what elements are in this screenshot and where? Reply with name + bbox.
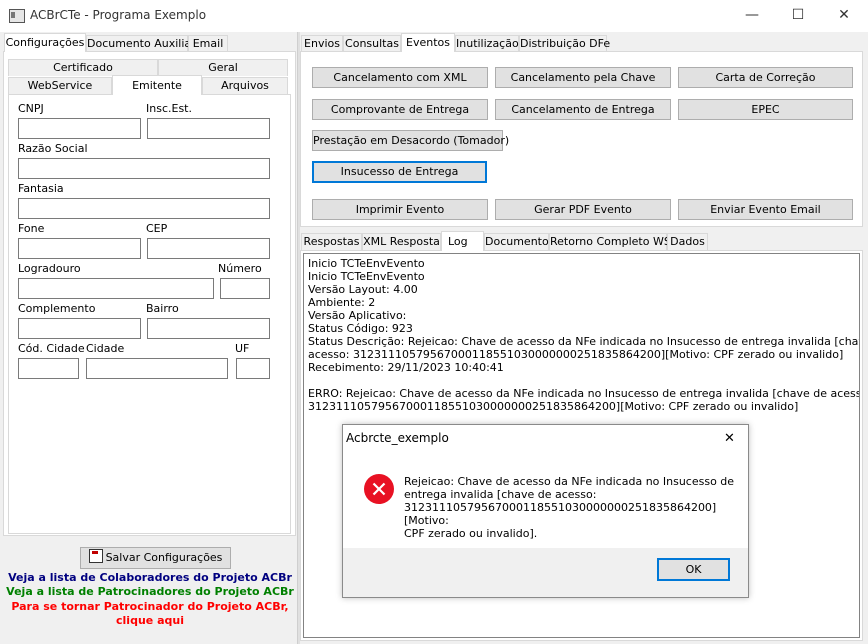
- tab-inutilizacao[interactable]: Inutilização: [455, 35, 519, 52]
- imprimir-evento-button[interactable]: Imprimir Evento: [312, 199, 488, 220]
- insucesso-entrega-button[interactable]: Insucesso de Entrega: [312, 161, 487, 183]
- logradouro-field[interactable]: [18, 278, 214, 299]
- uf-field[interactable]: [236, 358, 270, 379]
- app-icon: [9, 9, 25, 23]
- bairro-field[interactable]: [147, 318, 270, 339]
- numero-label: Número: [218, 262, 262, 275]
- log-line: acesso: 31231110579567000118551030000000…: [308, 348, 844, 361]
- cod-cidade-label: Cód. Cidade: [18, 342, 85, 355]
- save-config-button[interactable]: Salvar Configurações: [80, 547, 231, 569]
- dialog-close-button[interactable]: ✕: [711, 425, 748, 453]
- numero-field[interactable]: [220, 278, 270, 299]
- dialog-message: Rejeicao: Chave de acesso da NFe indicad…: [404, 475, 748, 540]
- fone-label: Fone: [18, 222, 45, 235]
- error-icon: [364, 474, 394, 504]
- enviar-evento-email-button[interactable]: Enviar Evento Email: [678, 199, 853, 220]
- error-dialog: Acbrcte_exemplo ✕ Rejeicao: Chave de ace…: [342, 424, 749, 598]
- razao-field[interactable]: [18, 158, 270, 179]
- dialog-body: Rejeicao: Chave de acesso da NFe indicad…: [343, 453, 748, 548]
- dialog-message-line: Rejeicao: Chave de acesso da NFe indicad…: [404, 475, 735, 488]
- gerar-pdf-evento-button[interactable]: Gerar PDF Evento: [495, 199, 671, 220]
- link-colaboradores[interactable]: Veja a lista de Colaboradores do Projeto…: [0, 571, 300, 584]
- fantasia-label: Fantasia: [18, 182, 64, 195]
- fantasia-field[interactable]: [18, 198, 270, 219]
- link-patrocinadores[interactable]: Veja a lista de Patrocinadores do Projet…: [0, 585, 300, 598]
- cod-cidade-field[interactable]: [18, 358, 79, 379]
- tab-documento[interactable]: Documento: [484, 233, 549, 250]
- cancelamento-chave-button[interactable]: Cancelamento pela Chave: [495, 67, 671, 88]
- fone-field[interactable]: [18, 238, 141, 259]
- log-line: Status Código: 923: [308, 322, 413, 335]
- tab-consultas[interactable]: Consultas: [343, 35, 401, 52]
- subtab-emitente[interactable]: Emitente: [112, 75, 202, 95]
- dialog-message-line: 3123111057956700011855103000000025183586…: [404, 501, 717, 527]
- log-line: Inicio TCTeEnvEvento: [308, 257, 425, 270]
- log-line: Recebimento: 29/11/2023 10:40:41: [308, 361, 504, 374]
- save-icon: [88, 549, 103, 563]
- tab-retorno-completo-ws[interactable]: Retorno Completo WS: [549, 233, 671, 250]
- tab-documento-auxiliar[interactable]: Documento Auxiliar: [86, 35, 196, 52]
- comprovante-entrega-button[interactable]: Comprovante de Entrega: [312, 99, 488, 120]
- cidade-label: Cidade: [86, 342, 125, 355]
- epec-button[interactable]: EPEC: [678, 99, 853, 120]
- log-line: Status Descrição: Rejeicao: Chave de ace…: [308, 335, 860, 348]
- maximize-button[interactable]: ☐: [775, 0, 821, 32]
- cnpj-label: CNPJ: [18, 102, 44, 115]
- cancelamento-xml-button[interactable]: Cancelamento com XML: [312, 67, 488, 88]
- complemento-field[interactable]: [18, 318, 141, 339]
- dialog-title: Acbrcte_exemplo: [346, 431, 449, 445]
- dialog-title-bar: Acbrcte_exemplo ✕: [343, 425, 748, 453]
- tab-envios[interactable]: Envios: [301, 35, 343, 52]
- save-config-label: Salvar Configurações: [105, 551, 223, 564]
- cep-label: CEP: [146, 222, 168, 235]
- complemento-label: Complemento: [18, 302, 96, 315]
- razao-label: Razão Social: [18, 142, 88, 155]
- uf-label: UF: [235, 342, 250, 355]
- log-line: Versão Layout: 4.00: [308, 283, 418, 296]
- log-line: 3123111057956700011855103000000025183586…: [308, 400, 799, 413]
- prestacao-desacordo-button[interactable]: Prestação em Desacordo (Tomador): [312, 130, 509, 151]
- subtab-certificado[interactable]: Certificado: [8, 59, 158, 76]
- link-tornar-patrocinador[interactable]: Para se tornar Patrocinador do Projeto A…: [0, 600, 300, 613]
- log-line: Inicio TCTeEnvEvento: [308, 270, 425, 283]
- title-bar: ACBrCTe - Programa Exemplo — ☐ ✕: [0, 0, 868, 32]
- subtab-webservice[interactable]: WebService: [8, 77, 112, 94]
- tab-log[interactable]: Log: [441, 231, 484, 251]
- link-clique-aqui[interactable]: clique aqui: [0, 614, 300, 627]
- tab-respostas[interactable]: Respostas: [301, 233, 362, 250]
- window-title: ACBrCTe - Programa Exemplo: [30, 8, 207, 22]
- ie-field[interactable]: [147, 118, 270, 139]
- minimize-button[interactable]: —: [729, 0, 775, 32]
- cidade-field[interactable]: [86, 358, 228, 379]
- tab-configuracoes[interactable]: Configurações: [4, 33, 86, 52]
- cancelamento-entrega-button[interactable]: Cancelamento de Entrega: [495, 99, 671, 120]
- log-line: Versão Aplicativo:: [308, 309, 407, 322]
- cnpj-field[interactable]: [18, 118, 141, 139]
- tab-eventos[interactable]: Eventos: [401, 33, 455, 52]
- subtab-arquivos[interactable]: Arquivos: [202, 77, 288, 94]
- ok-button[interactable]: OK: [657, 558, 730, 581]
- log-text: Inicio TCTeEnvEvento Inicio TCTeEnvEvento…: [308, 257, 860, 413]
- dialog-message-line: entrega invalida [chave de acesso:: [404, 488, 597, 501]
- tab-xml-resposta[interactable]: XML Resposta: [362, 233, 441, 250]
- tab-distribuicao-dfe[interactable]: Distribuição DFe: [519, 35, 610, 52]
- carta-correcao-button[interactable]: Carta de Correção: [678, 67, 853, 88]
- ie-label: Insc.Est.: [146, 102, 192, 115]
- log-line: ERRO: Rejeicao: Chave de acesso da NFe i…: [308, 387, 860, 400]
- tab-email[interactable]: Email: [188, 35, 228, 52]
- log-line: Ambiente: 2: [308, 296, 376, 309]
- close-button[interactable]: ✕: [821, 0, 867, 32]
- logradouro-label: Logradouro: [18, 262, 81, 275]
- cep-field[interactable]: [147, 238, 270, 259]
- dialog-message-line: CPF zerado ou invalido].: [404, 527, 538, 540]
- bairro-label: Bairro: [146, 302, 179, 315]
- tab-dados[interactable]: Dados: [667, 233, 708, 250]
- subtab-geral[interactable]: Geral: [158, 59, 288, 76]
